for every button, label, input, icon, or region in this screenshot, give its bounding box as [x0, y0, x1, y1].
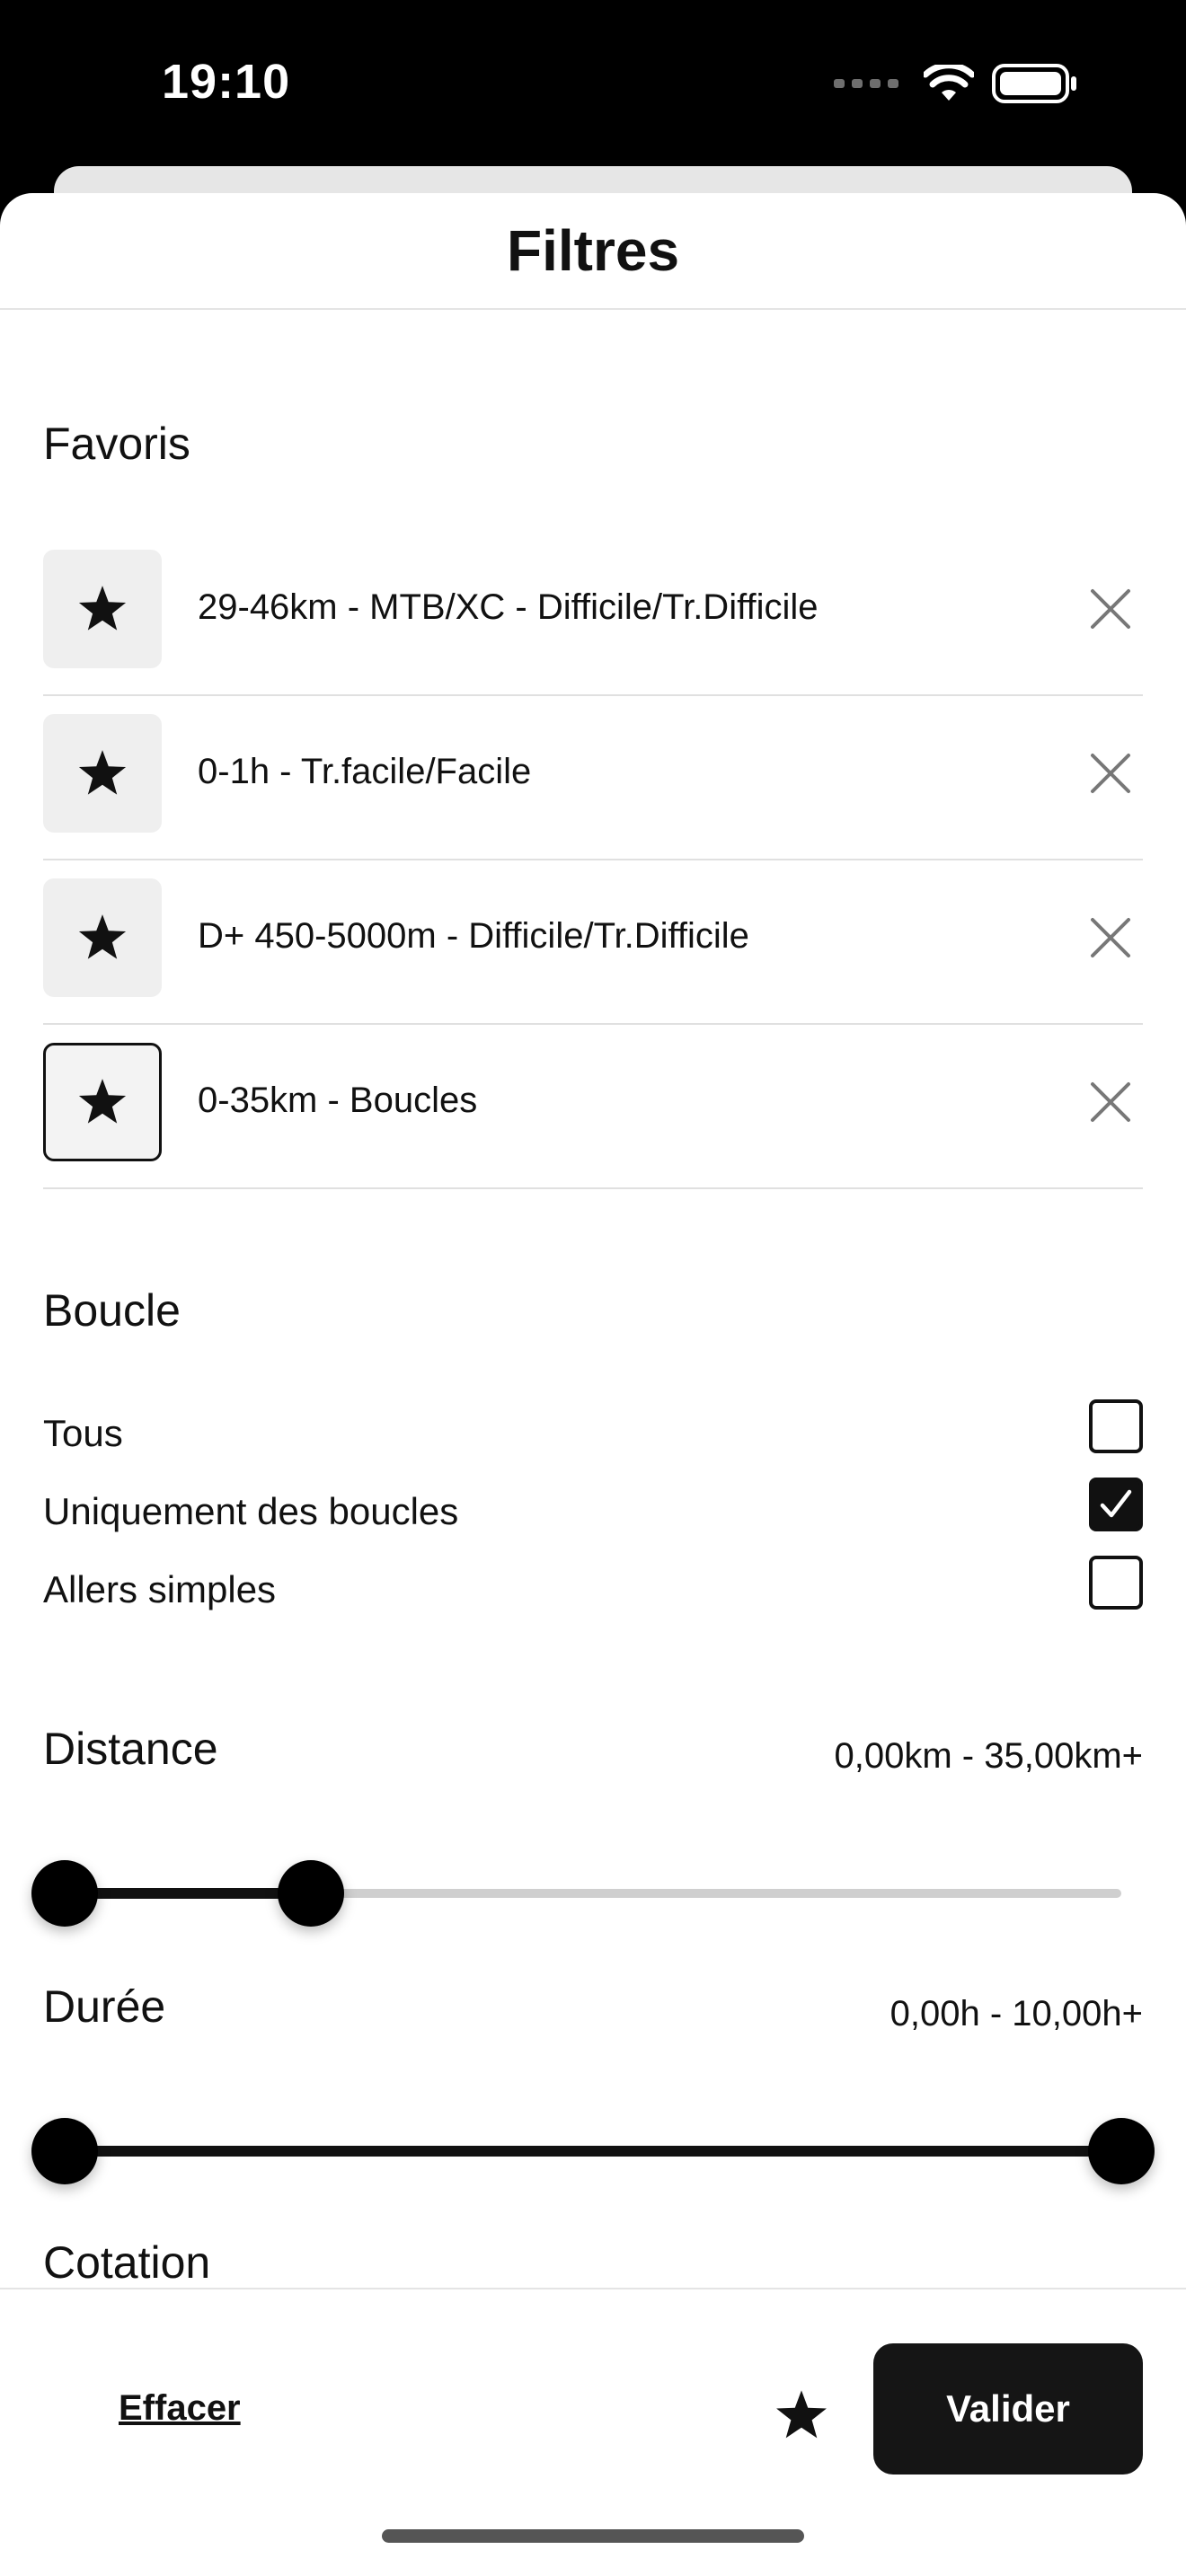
- home-indicator: [382, 2529, 804, 2543]
- close-icon: [1091, 918, 1130, 957]
- duration-slider[interactable]: [31, 2114, 1155, 2186]
- favorites-title: Favoris: [43, 419, 190, 469]
- loop-option-all[interactable]: Tous: [43, 1399, 1143, 1471]
- favorite-row[interactable]: D+ 450-5000m - Difficile/Tr.Difficile: [43, 860, 1143, 1025]
- star-icon: [78, 914, 127, 959]
- close-icon: [1091, 589, 1130, 629]
- duration-min-thumb[interactable]: [31, 2118, 98, 2184]
- apply-favorite-button[interactable]: [43, 878, 162, 997]
- battery-icon: [992, 64, 1076, 103]
- favorite-label: 0-1h - Tr.facile/Facile: [198, 752, 532, 791]
- apply-favorite-button[interactable]: [43, 1043, 162, 1161]
- duration-title: Durée: [43, 1981, 166, 2032]
- remove-favorite-button[interactable]: [1078, 741, 1143, 806]
- star-icon: [78, 586, 127, 631]
- slider-fill: [65, 2146, 1121, 2157]
- remove-favorite-button[interactable]: [1078, 1070, 1143, 1134]
- favorite-row[interactable]: 29-46km - MTB/XC - Difficile/Tr.Difficil…: [43, 532, 1143, 696]
- filters-sheet: Filtres Favoris 29-46km - MTB/XC - Diffi…: [0, 193, 1186, 2576]
- duration-max-thumb[interactable]: [1088, 2118, 1155, 2184]
- loop-title: Boucle: [43, 1285, 181, 1336]
- option-label: Tous: [43, 1412, 123, 1454]
- star-icon: [776, 2390, 827, 2439]
- validate-button[interactable]: Valider: [873, 2343, 1143, 2475]
- checkbox[interactable]: [1089, 1399, 1143, 1453]
- save-favorite-button[interactable]: [766, 2379, 837, 2451]
- rating-title: Cotation: [43, 2237, 211, 2288]
- close-icon: [1091, 1082, 1130, 1122]
- favorite-row[interactable]: 0-1h - Tr.facile/Facile: [43, 696, 1143, 860]
- apply-favorite-button[interactable]: [43, 714, 162, 833]
- star-icon: [78, 750, 127, 795]
- favorite-row[interactable]: 0-35km - Boucles: [43, 1025, 1143, 1189]
- clear-button[interactable]: Effacer: [119, 2388, 241, 2429]
- favorite-label: D+ 450-5000m - Difficile/Tr.Difficile: [198, 916, 749, 956]
- checkbox[interactable]: [1089, 1556, 1143, 1610]
- status-time: 19:10: [162, 55, 291, 109]
- slider-fill: [65, 1888, 311, 1899]
- star-icon: [78, 1079, 127, 1124]
- signal-icon: [834, 79, 898, 88]
- favorite-label: 0-35km - Boucles: [198, 1081, 478, 1120]
- distance-range-value: 0,00km - 35,00km+: [834, 1736, 1144, 1776]
- option-label: Uniquement des boucles: [43, 1490, 459, 1532]
- apply-favorite-button[interactable]: [43, 550, 162, 668]
- wifi-icon: [924, 65, 974, 101]
- distance-title: Distance: [43, 1724, 218, 1774]
- remove-favorite-button[interactable]: [1078, 577, 1143, 641]
- status-icons: [834, 63, 1078, 104]
- loop-option-one-way[interactable]: Allers simples: [43, 1556, 1143, 1628]
- close-icon: [1091, 754, 1130, 793]
- distance-min-thumb[interactable]: [31, 1860, 98, 1927]
- page-title: Filtres: [506, 218, 680, 283]
- checkmark-icon: [1100, 1489, 1132, 1518]
- remove-favorite-button[interactable]: [1078, 905, 1143, 970]
- status-bar: 19:10: [0, 0, 1186, 171]
- sheet-header: Filtres: [0, 193, 1186, 310]
- distance-max-thumb[interactable]: [278, 1860, 344, 1927]
- distance-slider[interactable]: [31, 1857, 1121, 1928]
- bottom-action-bar: Effacer Valider: [0, 2288, 1186, 2576]
- favorite-label: 29-46km - MTB/XC - Difficile/Tr.Difficil…: [198, 587, 819, 627]
- option-label: Allers simples: [43, 1568, 277, 1610]
- duration-range-value: 0,00h - 10,00h+: [890, 1994, 1143, 2033]
- loop-option-loops-only[interactable]: Uniquement des boucles: [43, 1478, 1143, 1549]
- checkbox[interactable]: [1089, 1478, 1143, 1531]
